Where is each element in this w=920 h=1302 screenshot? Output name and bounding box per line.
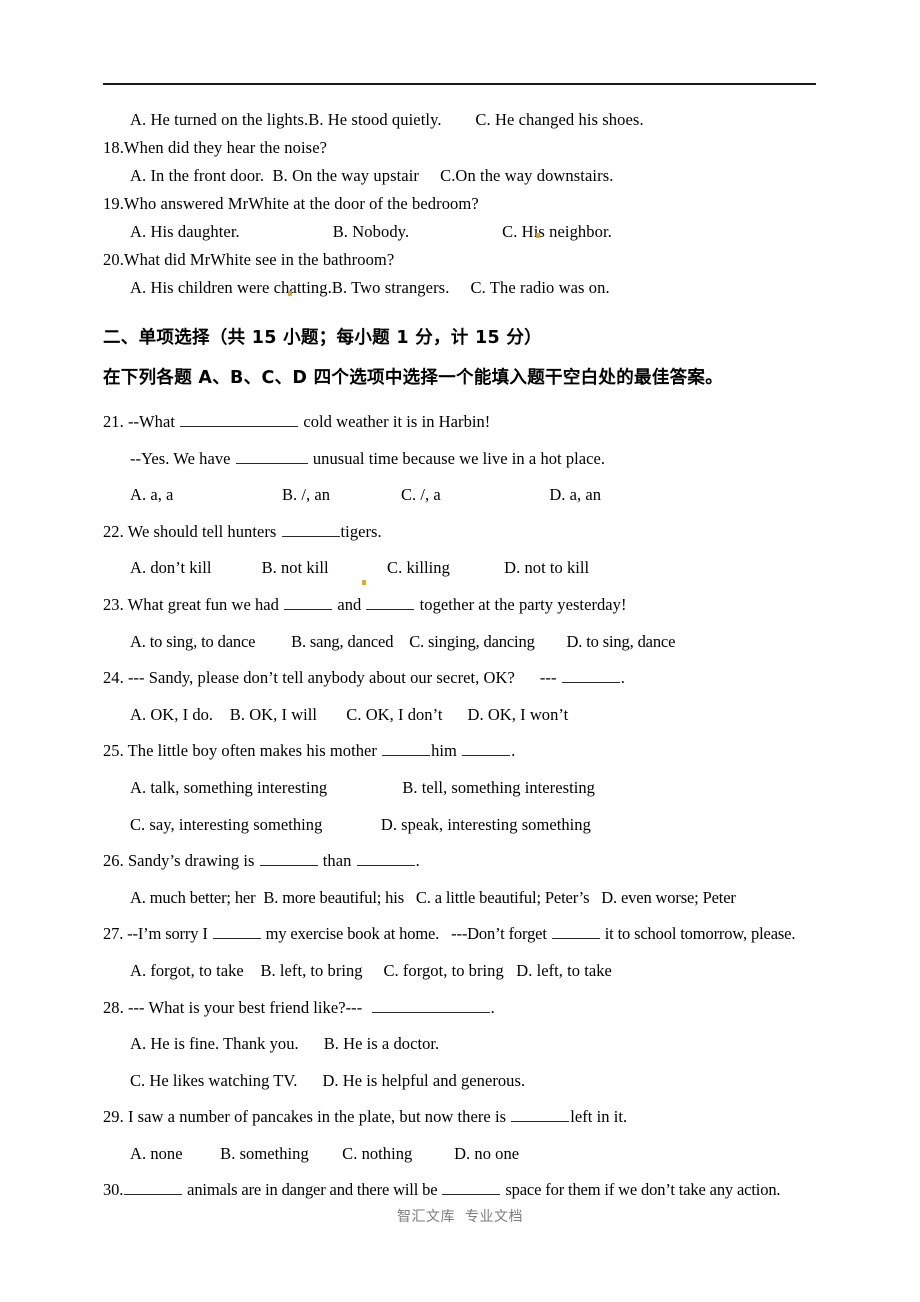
q20-options-line: A. His children were chatting.B. Two str… bbox=[130, 278, 610, 297]
answer-blank bbox=[366, 593, 415, 610]
q22-stem-line: 22. We should tell hunters tigers. bbox=[103, 520, 382, 541]
answer-blank bbox=[281, 520, 340, 537]
answer-blank bbox=[371, 996, 490, 1013]
q17-options-line: A. He turned on the lights.B. He stood q… bbox=[130, 110, 644, 129]
scan-artifact-speck bbox=[288, 291, 292, 296]
q22-options-line: A. don’t kill B. not kill C. killing D. … bbox=[130, 558, 590, 578]
q18-options-line: A. In the front door. B. On the way upst… bbox=[130, 166, 614, 185]
page-content: A. He turned on the lights.B. He stood q… bbox=[103, 106, 819, 1209]
q21-stem-line: 21. --What cold weather it is in Harbin! bbox=[103, 410, 491, 431]
q25-stem-line: 25. The little boy often makes his mothe… bbox=[103, 740, 516, 761]
section-two-heading: 二、单项选择（共 15 小题；每小题 1 分，计 15 分） bbox=[103, 328, 542, 348]
answer-blank bbox=[551, 923, 600, 940]
q21-stem2-line: --Yes. We have unusual time because we l… bbox=[130, 447, 606, 468]
q29-options-line: A. none B. something C. nothing D. no on… bbox=[130, 1143, 520, 1163]
answer-blank bbox=[382, 740, 431, 757]
answer-blank bbox=[180, 410, 299, 427]
q26-stem-line: 26. Sandy’s drawing is than . bbox=[103, 849, 420, 871]
answer-blank bbox=[259, 849, 318, 867]
answer-blank bbox=[235, 447, 308, 464]
q19-stem-line: 19.Who answered MrWhite at the door of t… bbox=[103, 194, 479, 213]
page-footer: 智汇文库 专业文档 bbox=[397, 1209, 523, 1225]
q25-options-line-b: C. say, interesting something D. speak, … bbox=[130, 814, 591, 834]
q30-stem-line: 30. animals are in danger and there will… bbox=[103, 1179, 781, 1200]
answer-blank bbox=[124, 1179, 183, 1196]
q25-options-line-a: A. talk, something interesting B. tell, … bbox=[130, 777, 595, 797]
q29-stem-line: 29. I saw a number of pancakes in the pl… bbox=[103, 1106, 628, 1127]
q23-options-line: A. to sing, to dance B. sang, danced C. … bbox=[130, 631, 676, 651]
answer-blank bbox=[356, 849, 415, 867]
answer-blank bbox=[511, 1106, 570, 1123]
scan-artifact-speck bbox=[362, 580, 366, 585]
listening-questions-block: A. He turned on the lights.B. He stood q… bbox=[103, 106, 819, 302]
q24-stem-line: 24. --- Sandy, please don’t tell anybody… bbox=[103, 666, 625, 688]
q20-stem-line: 20.What did MrWhite see in the bathroom? bbox=[103, 250, 395, 269]
q28-options-line-b: C. He likes watching TV. D. He is helpfu… bbox=[130, 1070, 526, 1090]
exam-page: A. He turned on the lights.B. He stood q… bbox=[0, 0, 920, 1302]
q24-options-line: A. OK, I do. B. OK, I will C. OK, I don’… bbox=[130, 704, 569, 724]
q21-options-line: A. a, a B. /, an C. /, a D. a, an bbox=[130, 485, 602, 505]
answer-blank bbox=[284, 593, 333, 610]
header-divider-rule bbox=[103, 83, 816, 85]
scan-artifact-speck bbox=[536, 233, 540, 238]
q27-options-line: A. forgot, to take B. left, to bring C. … bbox=[130, 960, 612, 980]
q23-stem-line: 23. What great fun we had and together a… bbox=[103, 593, 627, 614]
answer-blank bbox=[462, 740, 511, 757]
answer-blank bbox=[212, 923, 261, 940]
q28-options-line-a: A. He is fine. Thank you. B. He is a doc… bbox=[130, 1034, 440, 1054]
q27-stem-line: 27. --I’m sorry I my exercise book at ho… bbox=[103, 923, 796, 944]
section-two-instruction: 在下列各题 A、B、C、D 四个选项中选择一个能填入题干空白处的最佳答案。 bbox=[103, 368, 724, 388]
answer-blank bbox=[561, 666, 620, 684]
q26-options-line: A. much better; her B. more beautiful; h… bbox=[130, 887, 736, 907]
q19-options-line: A. His daughter. B. Nobody. C. His neigh… bbox=[130, 222, 612, 241]
q18-stem-line: 18.When did they hear the noise? bbox=[103, 138, 328, 157]
answer-blank bbox=[442, 1179, 501, 1196]
q28-stem-line: 28. --- What is your best friend like?--… bbox=[103, 996, 495, 1017]
multiple-choice-block: 21. --What cold weather it is in Harbin!… bbox=[103, 404, 819, 1209]
